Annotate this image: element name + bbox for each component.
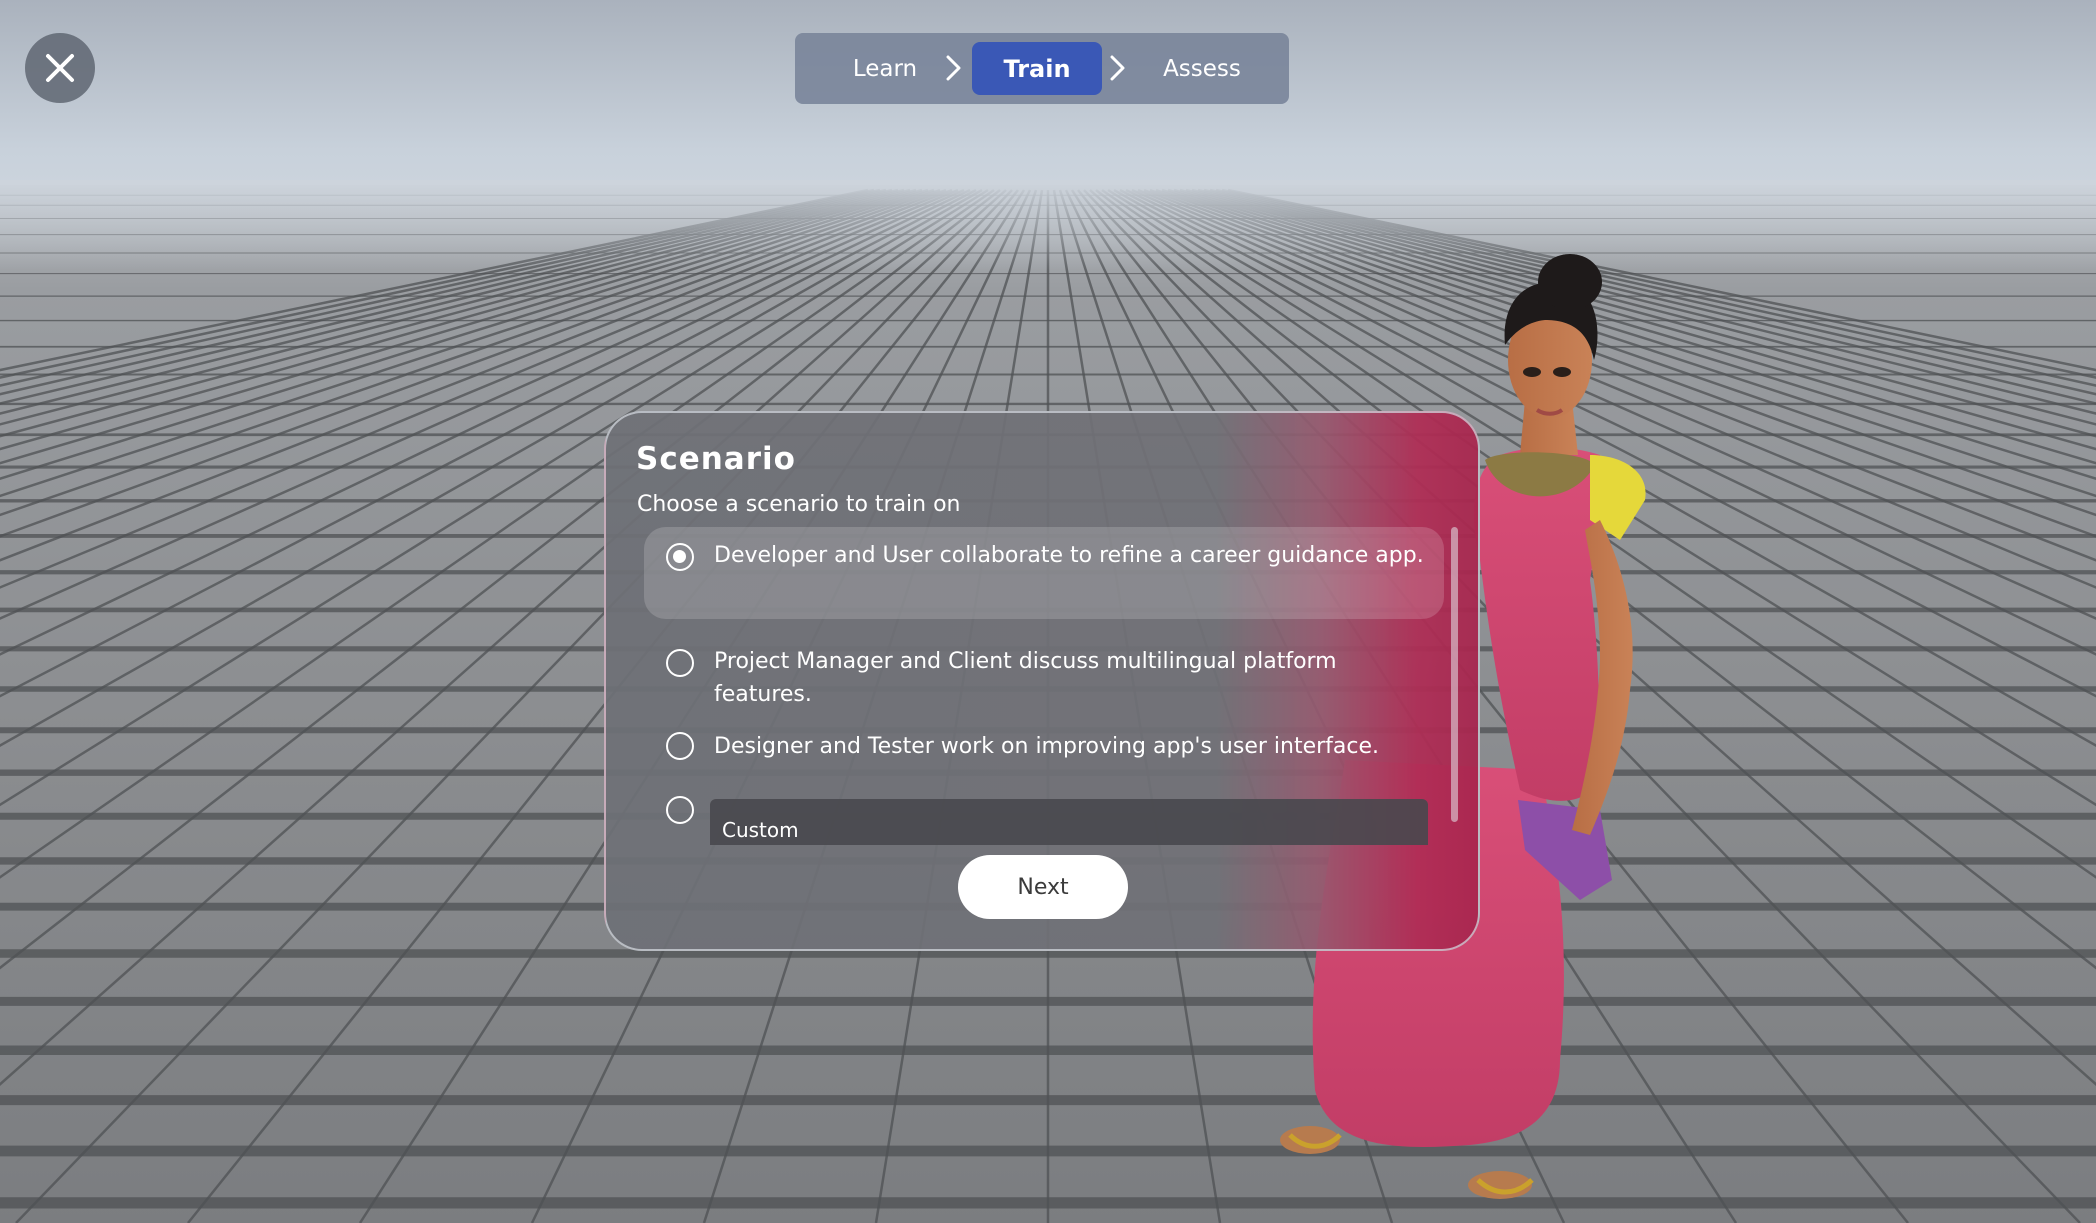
scenario-option-2[interactable]: Project Manager and Client discuss multi… [644,625,1444,707]
radio-dot [673,550,686,563]
scenario-option-label: Developer and User collaborate to refine… [714,543,1424,568]
scenario-option-1[interactable]: Developer and User collaborate to refine… [644,527,1444,619]
virtual-scene: Learn Train Assess Scenario Choose a sce… [0,0,2096,1223]
step-train[interactable]: Train [972,42,1102,95]
progress-stepper: Learn Train Assess [795,33,1289,104]
scenario-option-label: Designer and Tester work on improving ap… [714,734,1380,759]
next-button[interactable]: Next [958,855,1128,919]
close-button[interactable] [25,33,95,103]
options-scrollbar[interactable] [1451,527,1458,822]
chevron-right-icon [1110,55,1125,81]
scenario-dialog: Scenario Choose a scenario to train on D… [604,411,1480,951]
radio-button-selected[interactable] [666,543,694,571]
close-icon [46,54,74,82]
chevron-right-icon [946,55,961,81]
scenario-option-3[interactable]: Designer and Tester work on improving ap… [644,720,1444,770]
scenario-option-label: Project Manager and Client discuss multi… [714,649,1337,707]
radio-button[interactable] [666,732,694,760]
custom-scenario-input[interactable] [710,799,1428,845]
radio-button[interactable] [666,796,694,824]
dialog-subtitle: Choose a scenario to train on [637,492,961,517]
dialog-title: Scenario [636,441,796,477]
step-assess[interactable]: Assess [1132,42,1272,95]
radio-button[interactable] [666,649,694,677]
step-learn[interactable]: Learn [815,42,955,95]
